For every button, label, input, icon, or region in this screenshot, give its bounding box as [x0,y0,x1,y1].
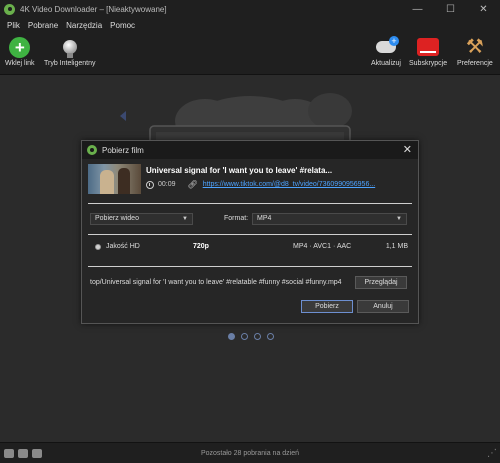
dialog-title-bar: Pobierz film ✕ [82,141,418,159]
chevron-down-icon: ▼ [182,216,188,222]
preferences-button[interactable]: ⚒ Preferencje [457,36,493,67]
maximize-button[interactable]: ☐ [434,0,467,18]
tools-icon: ⚒ [465,36,484,58]
link-icon: 🔗︎ [187,180,198,189]
quality-name: Jakość HD [106,243,140,250]
video-duration: 00:09 [158,181,176,188]
video-thumbnail [88,164,141,194]
divider [88,234,412,235]
minimize-button[interactable]: — [401,0,434,18]
download-dialog: Pobierz film ✕ Universal signal for 'I w… [81,140,419,324]
video-info: Universal signal for 'I want you to leav… [88,164,413,197]
download-type-select[interactable]: Pobierz wideo ▼ [90,213,193,225]
page-dot[interactable] [267,333,274,340]
download-button[interactable]: Pobierz [301,300,353,313]
app-logo-icon [87,145,97,155]
paste-link-button[interactable]: + Wklej link [5,36,35,67]
window-title: 4K Video Downloader – [Nieaktywowane] [20,4,167,14]
menu-tools[interactable]: Narzędzia [62,21,106,30]
chevron-down-icon: ▼ [396,216,402,222]
video-title: Universal signal for 'I want you to leav… [146,166,333,175]
subscriptions-label: Subskrypcje [409,60,448,67]
browse-button[interactable]: Przeglądaj [355,276,407,289]
remaining-downloads-text: Pozostało 28 pobrania na dzień [200,450,300,457]
menu-downloads[interactable]: Pobrane [24,21,62,30]
page-dot[interactable] [254,333,261,340]
paste-link-label: Wklej link [5,60,35,67]
subscriptions-icon [417,38,440,56]
smart-mode-label: Tryb Inteligentny [44,60,96,67]
lightbulb-icon [62,40,77,58]
menu-file[interactable]: Plik [3,21,24,30]
quality-radio[interactable] [95,244,101,250]
subscriptions-button[interactable]: Subskrypcje [409,36,447,67]
page-dot[interactable] [241,333,248,340]
divider [88,266,412,267]
activate-button[interactable]: Aktualizuj [371,36,401,67]
preferences-label: Preferencje [457,60,493,67]
clock-icon [146,180,154,189]
format-value: MP4 [257,215,272,222]
cancel-button[interactable]: Anuluj [357,300,409,313]
toolbar: + Wklej link Tryb Inteligentny Aktualizu… [0,33,500,75]
dialog-close-button[interactable]: ✕ [403,143,412,156]
plus-icon: + [9,36,31,58]
dialog-title: Pobierz film [102,145,144,155]
close-button[interactable]: ✕ [467,0,500,18]
format-select[interactable]: MP4 ▼ [252,213,407,225]
app-logo-icon [4,3,15,15]
status-bar: Pozostało 28 pobrania na dzień ⋰ [0,442,500,463]
quality-option[interactable]: Jakość HD 720p MP4 · AVC1 · AAC 1,1 MB [88,241,412,253]
activate-label: Aktualizuj [371,60,401,67]
quality-resolution: 720p [193,243,209,250]
video-meta: 00:09 🔗︎ https://www.tiktok.com/@d8_tv/v… [146,180,375,189]
quality-size: 1,1 MB [385,243,408,250]
cloud-update-icon [375,36,399,53]
page-indicator [228,333,274,340]
quality-codec: MP4 · AVC1 · AAC [293,243,352,250]
save-path-field[interactable]: top/Universal signal for 'I want you to … [90,277,352,289]
video-url[interactable]: https://www.tiktok.com/@d8_tv/video/7360… [203,181,375,188]
menu-help[interactable]: Pomoc [106,21,139,30]
divider [88,203,412,204]
title-bar: 4K Video Downloader – [Nieaktywowane] — … [0,0,500,18]
page-dot[interactable] [228,333,235,340]
resize-grip-icon[interactable]: ⋰ [487,448,497,459]
menu-bar: Plik Pobrane Narzędzia Pomoc [0,18,500,33]
format-label: Format: [224,215,249,222]
window-controls: — ☐ ✕ [401,0,500,18]
smart-mode-button[interactable]: Tryb Inteligentny [44,36,96,67]
download-type-value: Pobierz wideo [95,215,139,222]
